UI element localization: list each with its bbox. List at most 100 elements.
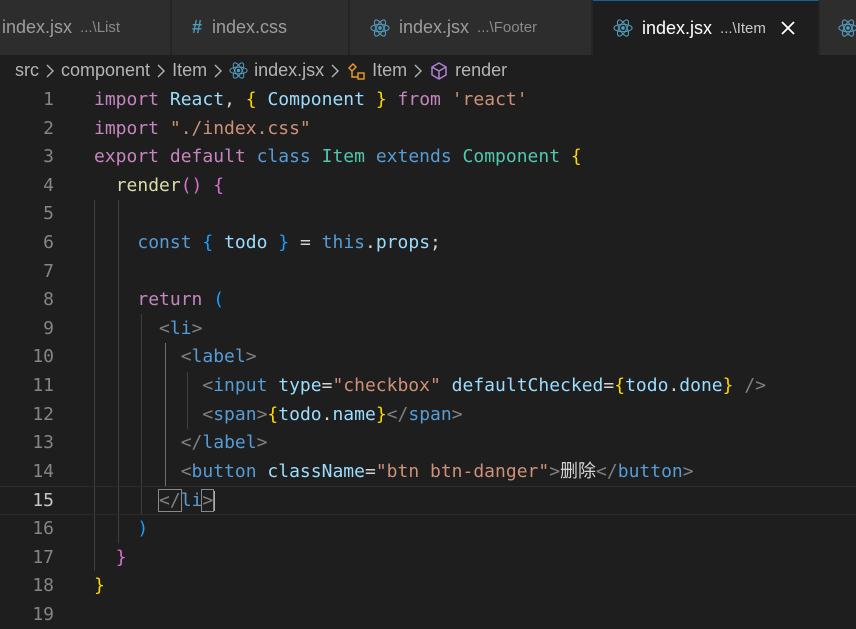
tab-list-index-jsx[interactable]: index.jsx ...\List xyxy=(0,0,171,55)
code-token: ; xyxy=(430,232,441,253)
code-line[interactable]: 17 } xyxy=(0,544,856,573)
line-number: 11 xyxy=(32,375,54,396)
code-line[interactable]: 10 <label> xyxy=(0,343,856,372)
code-token: > xyxy=(256,432,268,454)
close-icon[interactable] xyxy=(780,20,796,36)
code-editor[interactable]: 1 import React, { Component } from 'react… xyxy=(0,86,856,628)
class-symbol-icon xyxy=(348,62,365,80)
code-token: /> xyxy=(744,375,767,396)
code-line[interactable]: 13 </label> xyxy=(0,429,856,458)
breadcrumb-method[interactable]: render xyxy=(429,60,507,81)
code-token: "./index.css" xyxy=(169,117,311,139)
line-number: 4 xyxy=(43,174,54,196)
code-token: </ xyxy=(180,432,203,454)
line-number: 1 xyxy=(43,89,54,110)
code-token: 删除 xyxy=(560,460,597,482)
code-line[interactable]: 1 import React, { Component } from 'react… xyxy=(0,86,856,115)
code-token: > xyxy=(682,460,694,482)
line-number: 16 xyxy=(32,518,54,539)
chevron-right-icon xyxy=(156,64,166,78)
code-token: import xyxy=(94,117,160,139)
code-line[interactable]: 16 ) xyxy=(0,515,856,544)
code-token: = xyxy=(321,375,333,396)
breadcrumb-item-folder[interactable]: Item xyxy=(172,60,207,81)
code-token: { xyxy=(267,403,279,425)
breadcrumb-label: component xyxy=(61,60,151,80)
code-token: { xyxy=(614,375,626,396)
code-token: input xyxy=(213,375,268,396)
code-line[interactable]: 9 <li> xyxy=(0,315,856,344)
tab-label: index.css xyxy=(212,17,288,37)
tab-label: index.jsx xyxy=(399,17,470,37)
code-token: import xyxy=(94,89,160,110)
code-text: } xyxy=(94,544,127,573)
tab-index-css[interactable]: # index.css xyxy=(172,0,349,55)
code-line[interactable]: 11 <input type="checkbox" defaultChecked… xyxy=(0,372,856,401)
tab-path: ...\Footer xyxy=(477,19,538,36)
code-line[interactable]: 6 const { todo } = this.props; xyxy=(0,229,856,258)
code-line[interactable]: 15 </li> xyxy=(0,486,856,515)
chevron-right-icon xyxy=(330,64,340,78)
code-token: li xyxy=(169,317,192,339)
code-line[interactable]: 8 return ( xyxy=(0,286,856,315)
breadcrumb-component[interactable]: component xyxy=(61,60,150,81)
code-token: "btn btn-danger" xyxy=(375,460,550,482)
line-number: 13 xyxy=(32,432,54,454)
code-token: } xyxy=(94,575,105,597)
breadcrumb-src[interactable]: src xyxy=(15,60,39,81)
code-line[interactable]: 19 xyxy=(0,601,856,629)
line-number: 14 xyxy=(32,460,54,482)
react-icon xyxy=(838,18,856,37)
code-line[interactable]: 18} xyxy=(0,572,856,601)
code-token: from xyxy=(397,89,441,110)
code-token: </ xyxy=(596,460,618,482)
breadcrumb-label: render xyxy=(455,60,508,80)
tab-label: index.jsx xyxy=(642,17,713,38)
code-token: todo xyxy=(278,403,322,425)
code-token: < xyxy=(180,346,192,368)
code-text: <button className="btn btn-danger">删除</b… xyxy=(94,458,694,487)
code-line[interactable]: 7 xyxy=(0,258,856,287)
breadcrumb-class[interactable]: Item xyxy=(346,60,407,81)
tab-item-index-jsx[interactable]: index.jsx ...\Item xyxy=(593,0,819,55)
tab-footer-index-jsx[interactable]: index.jsx ...\Footer xyxy=(350,0,592,55)
code-token: default xyxy=(169,146,246,168)
code-token: { xyxy=(570,146,582,168)
react-icon xyxy=(370,18,390,37)
code-line[interactable]: 2 import "./index.css" xyxy=(0,115,856,144)
code-token: label xyxy=(191,346,246,368)
code-token: } xyxy=(115,546,127,568)
hash-icon: # xyxy=(192,17,203,37)
code-token: > xyxy=(451,403,463,425)
code-token: { xyxy=(202,232,214,253)
code-line[interactable]: 5 xyxy=(0,200,856,229)
code-token: > xyxy=(245,346,257,368)
code-line[interactable]: 14 <button className="btn btn-danger">删除… xyxy=(0,458,856,487)
chevron-right-icon xyxy=(45,64,55,78)
tab-overflow[interactable] xyxy=(820,0,856,55)
code-line[interactable]: 12 <span>{todo.name}</span> xyxy=(0,401,856,430)
code-token: 'react' xyxy=(451,89,528,110)
code-token: li xyxy=(180,490,203,512)
code-token: props xyxy=(375,232,431,253)
code-text: const { todo } = this.props; xyxy=(94,229,441,258)
breadcrumb-file[interactable]: index.jsx xyxy=(229,60,324,81)
code-line[interactable]: 3 export default class Item extends Compo… xyxy=(0,143,856,172)
line-number: 6 xyxy=(43,232,54,253)
code-line[interactable]: 4 render() { xyxy=(0,172,856,201)
